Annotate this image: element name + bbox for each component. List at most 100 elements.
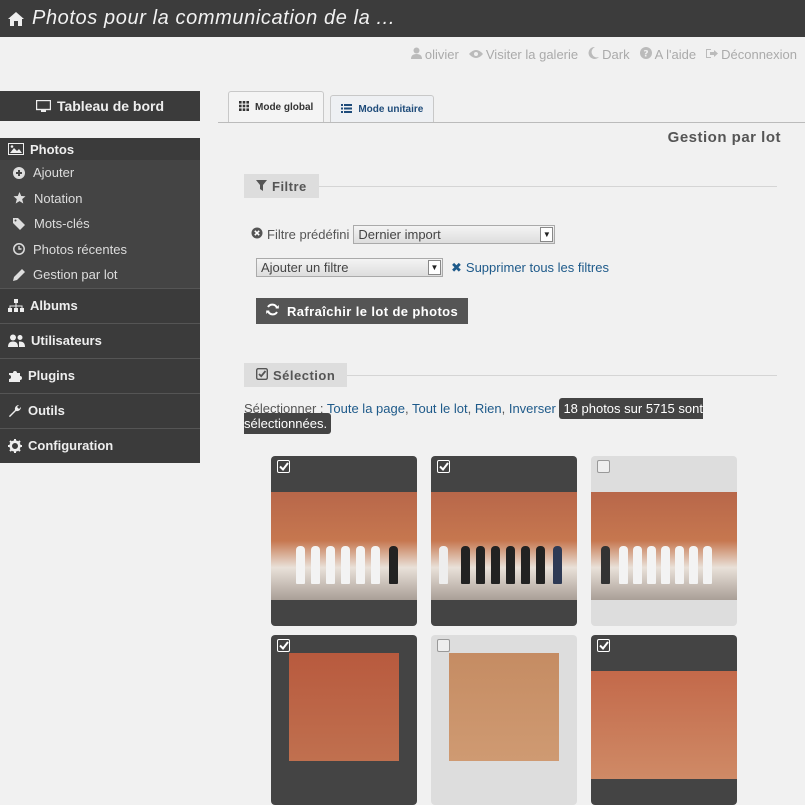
sidebar-section-albums[interactable]: Albums <box>0 287 200 323</box>
photo-figure <box>371 546 380 584</box>
dark-mode-link[interactable]: Dark <box>588 46 630 62</box>
thumbnail-item[interactable] <box>271 635 417 805</box>
remove-all-filters-link[interactable]: Supprimer tous les filtres <box>466 260 609 275</box>
home-icon[interactable] <box>0 11 32 27</box>
remove-filter-icon[interactable] <box>251 227 263 242</box>
user-label: olivier <box>424 47 459 62</box>
star-icon <box>13 192 26 204</box>
checkbox-checked-icon[interactable] <box>277 460 290 473</box>
selection-legend-label: Sélection <box>273 367 336 383</box>
user-bar: olivier Visiter la galerie Dark ? A l'ai… <box>410 46 797 62</box>
thumbnail-item[interactable] <box>271 456 417 626</box>
tab-mode-global[interactable]: Mode global <box>228 91 325 123</box>
moon-icon <box>588 46 600 62</box>
mode-tabs: Mode global Mode unitaire <box>228 91 435 123</box>
sidebar-section-configuration[interactable]: Configuration <box>0 427 200 463</box>
close-icon: ✖ <box>451 259 462 275</box>
photo-figure <box>439 546 448 584</box>
header-bar: Photos pour la communication de la ... <box>0 0 805 37</box>
predefined-filter-select[interactable]: Dernier import ▼ <box>353 225 556 244</box>
chevron-down-icon: ▼ <box>428 260 441 275</box>
sitemap-icon <box>8 299 24 312</box>
photo-thumbnail <box>271 492 417 600</box>
add-filter-value: Ajouter un filtre <box>261 260 349 275</box>
filter-icon <box>256 179 267 194</box>
sidebar-section-plugins[interactable]: Plugins <box>0 357 200 393</box>
sidebar-item-photos-recentes[interactable]: Photos récentes <box>0 237 200 263</box>
sidebar-item-label: Mots-clés <box>34 216 90 232</box>
photo-figure <box>491 546 500 584</box>
checkbox-checked-icon[interactable] <box>437 460 450 473</box>
tab-label: Mode global <box>255 102 314 113</box>
filter-divider <box>244 186 777 187</box>
eye-icon <box>468 47 483 62</box>
tab-mode-unitaire[interactable]: Mode unitaire <box>330 95 435 123</box>
thumbnail-item[interactable] <box>591 635 737 805</box>
photo-figure <box>296 546 305 584</box>
photo-figure <box>601 546 610 584</box>
checkbox-checked-icon[interactable] <box>597 639 610 652</box>
sidebar-item-ajouter[interactable]: Ajouter <box>0 160 200 186</box>
photo-figure <box>311 546 320 584</box>
monitor-icon <box>35 100 51 112</box>
select-all-page-link[interactable]: Toute la page <box>327 401 405 416</box>
photo-figure <box>341 546 350 584</box>
help-label: A l'aide <box>654 47 697 62</box>
tags-icon <box>13 217 26 230</box>
selection-controls: Sélectionner : Toute la page, Tout le lo… <box>244 398 764 434</box>
main-content: Mode global Mode unitaire Gestion par lo… <box>218 91 805 805</box>
thumbnail-item[interactable] <box>431 456 577 626</box>
sidebar-section-label: Utilisateurs <box>31 333 102 348</box>
users-icon <box>8 334 25 347</box>
add-filter-row: Ajouter un filtre ▼ ✖ Supprimer tous les… <box>256 258 609 277</box>
sidebar-item-notation[interactable]: Notation <box>0 186 200 212</box>
checkbox-checked-icon[interactable] <box>277 639 290 652</box>
checkbox-unchecked-icon[interactable] <box>437 639 450 652</box>
checkbox-unchecked-icon[interactable] <box>597 460 610 473</box>
sidebar-section-utilisateurs[interactable]: Utilisateurs <box>0 322 200 358</box>
predefined-filter-label: Filtre prédéfini <box>267 227 350 242</box>
refresh-batch-label: Rafraîchir le lot de photos <box>287 303 459 319</box>
sidebar-section-outils[interactable]: Outils <box>0 392 200 428</box>
predefined-filter-value: Dernier import <box>358 227 441 242</box>
thumbnail-grid <box>271 456 741 805</box>
photo-figure <box>675 546 684 584</box>
question-icon: ? <box>639 47 652 62</box>
refresh-batch-button[interactable]: Rafraîchir le lot de photos <box>256 298 469 324</box>
select-whole-batch-link[interactable]: Tout le lot <box>412 401 468 416</box>
tab-label: Mode unitaire <box>358 104 424 115</box>
sidebar-item-mots-cles[interactable]: Mots-clés <box>0 211 200 237</box>
photo-thumbnail <box>449 653 559 761</box>
sidebar-section-label: Outils <box>28 403 65 418</box>
grid-icon <box>239 101 249 114</box>
photo-figure <box>521 546 530 584</box>
sidebar-section-label: Configuration <box>28 438 114 453</box>
predefined-filter-row: Filtre prédéfini Dernier import ▼ <box>251 225 556 244</box>
photo-figure <box>647 546 656 584</box>
dark-mode-label: Dark <box>602 47 630 62</box>
select-none-link[interactable]: Rien <box>475 401 502 416</box>
batch-manager-panel: Gestion par lot Filtre Filtre prédéfini … <box>218 123 805 805</box>
sidebar-item-label: Ajouter <box>33 165 75 181</box>
dashboard-link[interactable]: Tableau de bord <box>0 91 200 121</box>
photo-figure <box>633 546 642 584</box>
photo-thumbnail <box>289 653 399 761</box>
user-link[interactable]: olivier <box>410 47 459 62</box>
logout-link[interactable]: Déconnexion <box>706 47 797 62</box>
sidebar-item-label: Gestion par lot <box>33 267 118 283</box>
sidebar-item-gestion-par-lot[interactable]: Gestion par lot <box>0 262 200 288</box>
visit-gallery-label: Visiter la galerie <box>485 47 579 62</box>
photo-figure <box>619 546 628 584</box>
sidebar-section-photos[interactable]: Photos <box>0 138 200 160</box>
cog-icon <box>8 438 22 453</box>
help-link[interactable]: ? A l'aide <box>639 47 697 62</box>
visit-gallery-link[interactable]: Visiter la galerie <box>468 47 579 62</box>
puzzle-icon <box>8 369 22 383</box>
clock-icon <box>13 243 25 256</box>
photo-figure <box>536 546 545 584</box>
add-filter-select[interactable]: Ajouter un filtre ▼ <box>256 258 443 277</box>
photo-figure <box>689 546 698 584</box>
invert-selection-link[interactable]: Inverser <box>509 401 556 416</box>
thumbnail-item[interactable] <box>591 456 737 626</box>
thumbnail-item[interactable] <box>431 635 577 805</box>
